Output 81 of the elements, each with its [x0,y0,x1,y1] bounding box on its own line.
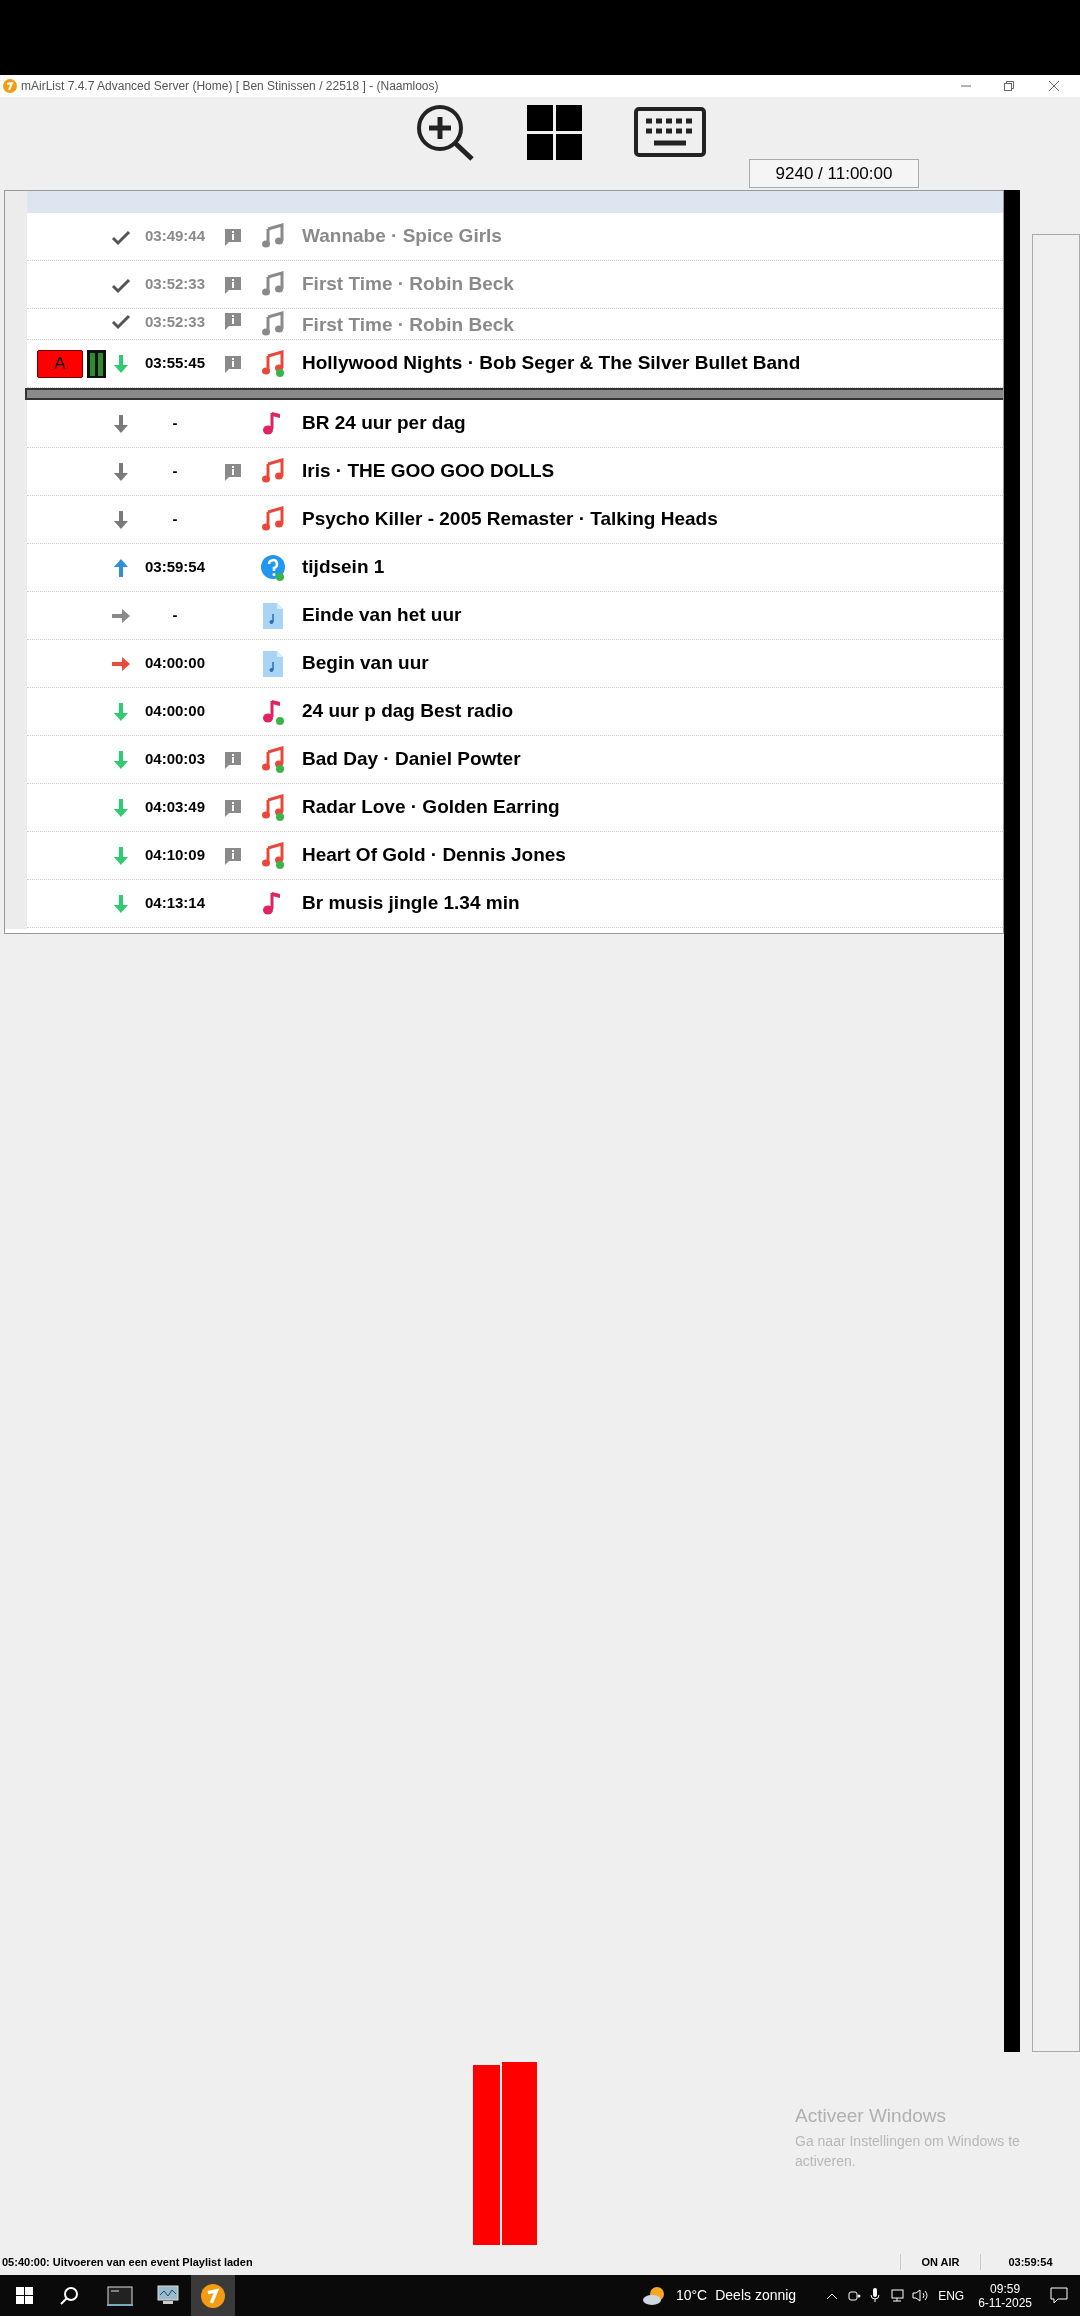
zoom-in-icon[interactable] [414,103,475,161]
audio-file-icon [260,649,286,678]
music-notes-icon [262,745,284,770]
network-icon[interactable] [889,2289,905,2302]
language-indicator[interactable]: ENG [938,2286,965,2305]
time-text: 03:52:33 [144,274,205,295]
track-title[interactable]: BR 24 uur per dag [302,409,466,438]
camera-icon[interactable] [848,2288,862,2303]
music-note-icon [263,411,280,434]
chevron-up-icon[interactable] [826,2291,839,2300]
track-title[interactable]: Einde van het uur [302,601,462,630]
music-notes-icon [262,505,284,530]
time-text: - [172,509,178,530]
clock-time: 09:59 [990,2281,1021,2296]
track-title[interactable]: Iris · THE GOO GOO DOLLS [302,457,555,486]
app-logo-icon [3,79,17,93]
notification-icon[interactable] [1050,2287,1068,2304]
activation-title: Activeer Windows [795,2104,947,2128]
start-icon[interactable] [16,2287,33,2304]
music-notes-icon [262,222,284,247]
time-text: - [172,461,178,482]
music-notes-icon [262,349,284,374]
status-message: 05:40:00: Uitvoeren van een event Playlist laden [2,2254,253,2270]
track-title[interactable]: Hollywood Nights · Bob Seger & The Silver Bullet Band [302,349,801,378]
music-notes-icon [262,311,284,336]
scrollbar[interactable] [1004,190,1020,2052]
time-text: 04:00:00 [144,701,205,722]
temperature-text: 10°C [675,2286,708,2305]
music-note-icon [263,891,280,914]
keyboard-icon[interactable] [633,107,706,157]
level-meter-icon [87,349,106,378]
info-icon[interactable] [223,353,243,374]
track-title[interactable]: Begin van uur [302,649,429,678]
music-notes-icon [262,841,284,866]
time-text: 03:49:44 [144,226,205,247]
restore-icon[interactable] [1003,80,1015,92]
speaker-icon[interactable] [912,2289,929,2302]
time-text: - [172,605,178,626]
music-notes-icon [262,457,284,482]
track-title[interactable]: 24 uur p dag Best radio [302,697,514,726]
time-text: 03:52:33 [144,312,205,332]
info-icon[interactable] [223,797,243,818]
microphone-icon[interactable] [870,2288,881,2303]
music-notes-icon [262,270,284,295]
info-icon[interactable] [223,226,243,247]
windows-grid-icon[interactable] [526,104,582,160]
track-title[interactable]: Heart Of Gold · Dennis Jones [302,841,566,870]
music-note-icon [263,699,280,722]
app-logo-icon[interactable] [201,2283,225,2308]
time-text: 04:03:49 [144,797,205,818]
info-icon[interactable] [223,749,243,770]
search-icon[interactable] [59,2285,79,2306]
weather-text: Deels zonnig [715,2286,797,2305]
track-title[interactable]: Br musis jingle 1.34 min [302,889,520,918]
window-title: mAirList 7.4.7 Advanced Server (Home) [ Ben Stinissen / 22518 ] - (Naamloos) [21,78,439,95]
info-icon[interactable] [223,274,243,295]
time-text: 04:10:09 [144,845,205,866]
track-title[interactable]: tijdsein 1 [302,553,385,582]
on-air-status: ON AIR [900,2253,980,2271]
time-text: 03:59:54 [144,557,205,578]
question-icon [261,554,285,579]
terminal-icon[interactable] [107,2285,133,2306]
info-icon[interactable] [223,311,243,331]
time-text: 04:13:14 [144,893,205,914]
time-counter: 9240 / 11:00:00 [749,159,919,188]
player-button[interactable]: A [37,349,83,378]
music-notes-icon [262,793,284,818]
close-icon[interactable] [1048,80,1060,92]
time-text: 03:55:45 [144,353,205,374]
clock-date: 6-11-2025 [978,2295,1032,2310]
time-text: 04:00:00 [144,653,205,674]
track-title[interactable]: Psycho Killer - 2005 Remaster · Talking Heads [302,505,718,534]
track-title[interactable]: Radar Love · Golden Earring [302,793,560,822]
time-text: 04:00:03 [144,749,205,770]
status-time: 03:59:54 [980,2253,1080,2271]
monitor-app-icon[interactable] [155,2284,181,2307]
audio-file-icon [260,601,286,630]
track-title[interactable]: Bad Day · Daniel Powter [302,745,521,774]
info-icon[interactable] [223,845,243,866]
time-text: - [172,413,178,434]
info-icon[interactable] [223,461,243,482]
